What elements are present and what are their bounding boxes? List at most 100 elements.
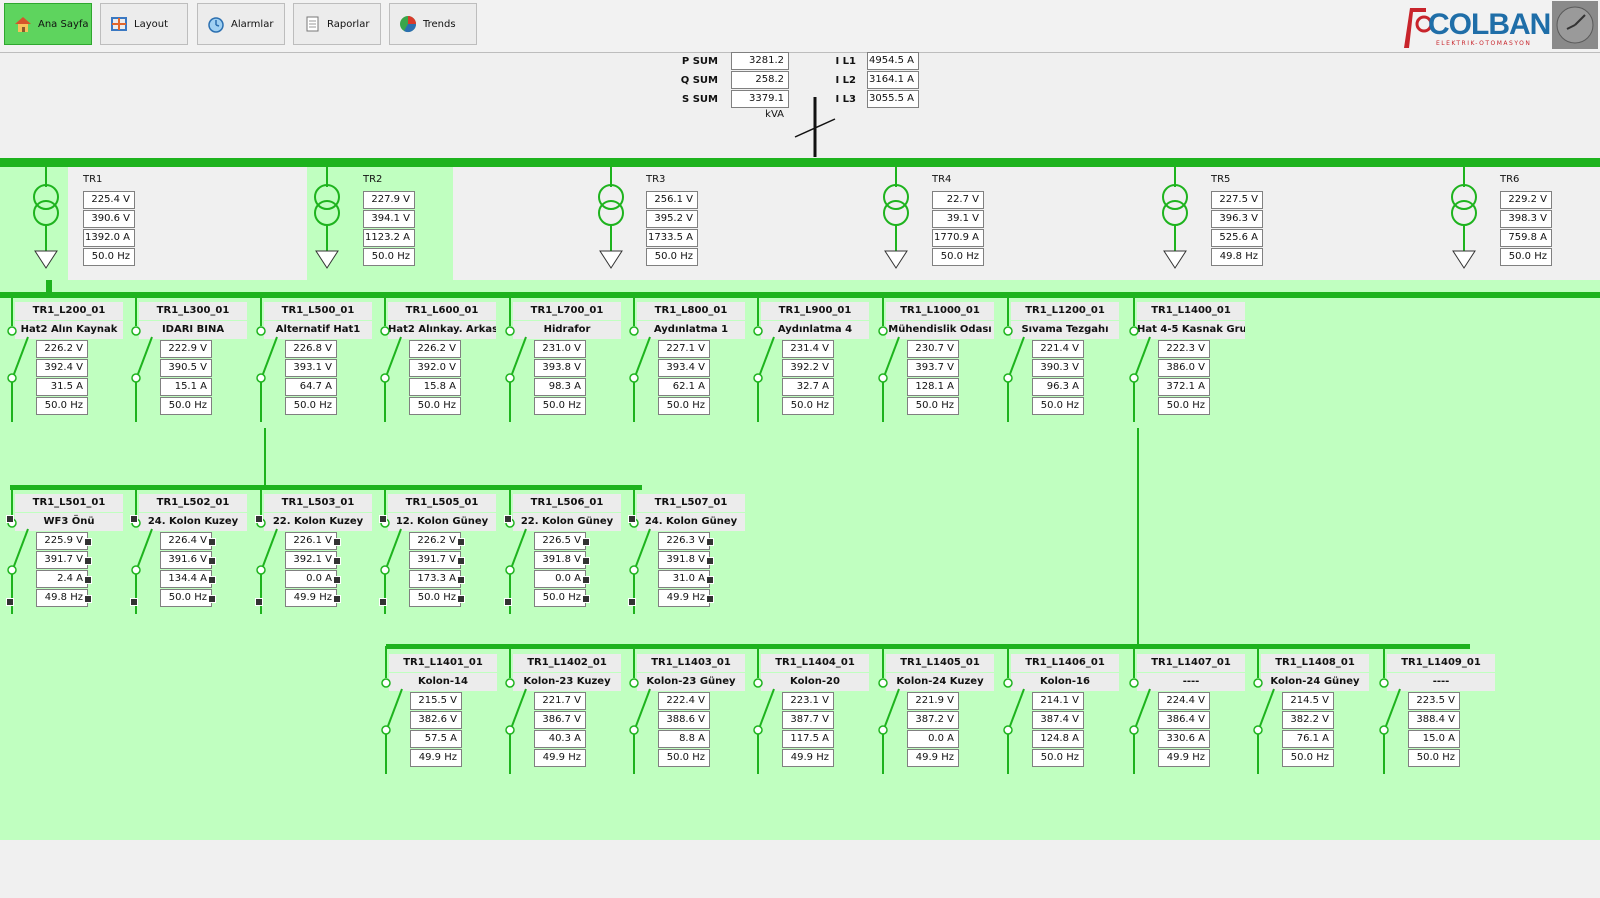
layout-button[interactable]: Layout	[100, 3, 188, 45]
feeder-value: 227.1 V	[658, 340, 710, 358]
feeder-value: 390.5 V	[160, 359, 212, 377]
feeder-switch-icon[interactable]	[996, 294, 1026, 424]
feeder-switch-icon[interactable]	[1122, 646, 1152, 776]
feeder-name[interactable]: TR1_L900_01	[761, 302, 869, 320]
l1400-link	[1137, 428, 1139, 646]
feeder-value: 391.7 V	[409, 551, 461, 569]
l1400-subbus	[386, 644, 1470, 649]
feeder-name[interactable]: TR1_L1406_01	[1011, 654, 1119, 672]
feeder-name[interactable]: TR1_L1402_01	[513, 654, 621, 672]
home-icon	[13, 15, 33, 33]
feeder-value: 226.2 V	[409, 532, 461, 550]
feeder-value: 391.7 V	[36, 551, 88, 569]
home-button[interactable]: Ana Sayfa	[4, 3, 92, 45]
feeder-value: 221.4 V	[1032, 340, 1084, 358]
secondary-busbar	[0, 292, 1600, 298]
feeder-value: 50.0 Hz	[658, 749, 710, 767]
feeder-name[interactable]: TR1_L800_01	[637, 302, 745, 320]
feeder-value: 221.9 V	[907, 692, 959, 710]
feeder-description: 24. Kolon Kuzey	[139, 513, 247, 531]
feeder-switch-icon[interactable]	[1122, 294, 1152, 424]
feeder-switch-icon[interactable]	[0, 486, 30, 616]
feeder-switch-icon[interactable]	[498, 486, 528, 616]
feeder-name[interactable]: TR1_L500_01	[264, 302, 372, 320]
feeder-name[interactable]: TR1_L700_01	[513, 302, 621, 320]
feeder-name[interactable]: TR1_L502_01	[139, 494, 247, 512]
summary-label: Q SUM	[680, 75, 718, 86]
feeder-switch-icon[interactable]	[1246, 646, 1276, 776]
feeder-value: 32.7 A	[782, 378, 834, 396]
transformer-icon[interactable]	[591, 167, 631, 277]
feeder-name[interactable]: TR1_L1400_01	[1137, 302, 1245, 320]
feeder-switch-icon[interactable]	[373, 486, 403, 616]
feeder-switch-icon[interactable]	[124, 294, 154, 424]
fault-icon	[628, 515, 636, 523]
feeder-switch-icon[interactable]	[746, 294, 776, 424]
feeder-switch-icon[interactable]	[1372, 646, 1402, 776]
feeder-name[interactable]: TR1_L1403_01	[637, 654, 745, 672]
feeder-value: 31.5 A	[36, 378, 88, 396]
feeder-switch-icon[interactable]	[871, 294, 901, 424]
transformer-value: 229.2 V	[1500, 191, 1552, 209]
trends-button[interactable]: Trends	[389, 3, 477, 45]
feeder-name[interactable]: TR1_L1200_01	[1011, 302, 1119, 320]
feeder-value: 226.5 V	[534, 532, 586, 550]
feeder-name[interactable]: TR1_L505_01	[388, 494, 496, 512]
feeder-name[interactable]: TR1_L503_01	[264, 494, 372, 512]
feeder-value: 226.2 V	[36, 340, 88, 358]
feeder-switch-icon[interactable]	[996, 646, 1026, 776]
transformer-value: 50.0 Hz	[932, 248, 984, 266]
feeder-value: 117.5 A	[782, 730, 834, 748]
feeder-switch-icon[interactable]	[622, 646, 652, 776]
feeder-switch-icon[interactable]	[622, 486, 652, 616]
feeder-value: 382.2 V	[1282, 711, 1334, 729]
feeder-switch-icon[interactable]	[249, 294, 279, 424]
transformer-icon[interactable]	[876, 167, 916, 277]
feeder-value: 50.0 Hz	[782, 397, 834, 415]
feeder-switch-icon[interactable]	[124, 486, 154, 616]
feeder-switch-icon[interactable]	[498, 646, 528, 776]
feeder-switch-icon[interactable]	[622, 294, 652, 424]
trend-icon	[398, 15, 418, 33]
fault-icon	[333, 557, 341, 565]
feeder-switch-icon[interactable]	[746, 646, 776, 776]
feeder-name[interactable]: TR1_L1404_01	[761, 654, 869, 672]
feeder-description: Kolon-20	[761, 673, 869, 691]
transformer-icon[interactable]	[1155, 167, 1195, 277]
feeder-name[interactable]: TR1_L1407_01	[1137, 654, 1245, 672]
feeder-name[interactable]: TR1_L506_01	[513, 494, 621, 512]
feeder-name[interactable]: TR1_L507_01	[637, 494, 745, 512]
alarms-button[interactable]: Alarmlar	[197, 3, 285, 45]
feeder-name[interactable]: TR1_L501_01	[15, 494, 123, 512]
feeder-name[interactable]: TR1_L1405_01	[886, 654, 994, 672]
feeder-switch-icon[interactable]	[0, 294, 30, 424]
transformer-icon[interactable]	[307, 167, 347, 277]
feeder-name[interactable]: TR1_L1409_01	[1387, 654, 1495, 672]
feeder-name[interactable]: TR1_L200_01	[15, 302, 123, 320]
feeder-value: 224.4 V	[1158, 692, 1210, 710]
feeder-switch-icon[interactable]	[498, 294, 528, 424]
report-icon	[302, 15, 322, 33]
feeder-name[interactable]: TR1_L1000_01	[886, 302, 994, 320]
feeder-value: 50.0 Hz	[534, 397, 586, 415]
transformer-icon[interactable]	[26, 167, 66, 277]
feeder-switch-icon[interactable]	[373, 294, 403, 424]
feeder-switch-icon[interactable]	[871, 646, 901, 776]
reports-button[interactable]: Raporlar	[293, 3, 381, 45]
feeder-value: 76.1 A	[1282, 730, 1334, 748]
feeder-switch-icon[interactable]	[374, 646, 404, 776]
feeder-value: 31.0 A	[658, 570, 710, 588]
feeder-value: 40.3 A	[534, 730, 586, 748]
feeder-name[interactable]: TR1_L300_01	[139, 302, 247, 320]
feeder-value: 222.9 V	[160, 340, 212, 358]
feeder-name[interactable]: TR1_L600_01	[388, 302, 496, 320]
feeder-value: 392.1 V	[285, 551, 337, 569]
feeder-name[interactable]: TR1_L1408_01	[1261, 654, 1369, 672]
transformer-icon[interactable]	[1444, 167, 1484, 277]
transformer-value: 227.5 V	[1211, 191, 1263, 209]
feeder-value: 64.7 A	[285, 378, 337, 396]
feeder-value: 50.0 Hz	[160, 397, 212, 415]
feeder-switch-icon[interactable]	[249, 486, 279, 616]
feeder-name[interactable]: TR1_L1401_01	[389, 654, 497, 672]
feeder-value: 49.9 Hz	[410, 749, 462, 767]
